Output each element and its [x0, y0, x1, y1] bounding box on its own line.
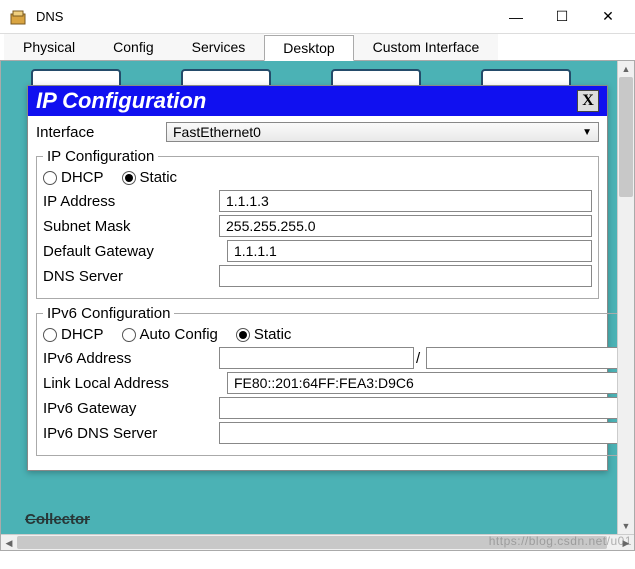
ipv6-gateway-input[interactable] — [219, 397, 621, 419]
ipv4-static-radio[interactable]: Static — [122, 169, 178, 186]
ipv6-address-input[interactable] — [219, 347, 414, 369]
ipv4-fieldset: IP Configuration DHCP Static IP Address — [36, 148, 599, 299]
tab-config[interactable]: Config — [94, 34, 172, 60]
subnet-mask-input[interactable] — [219, 215, 592, 237]
modal-titlebar: IP Configuration X — [28, 86, 607, 116]
window-title: DNS — [36, 9, 63, 24]
default-gateway-label: Default Gateway — [43, 243, 219, 260]
modal-title-text: IP Configuration — [36, 88, 577, 114]
subnet-mask-label: Subnet Mask — [43, 218, 219, 235]
radio-icon — [43, 171, 57, 185]
tab-physical[interactable]: Physical — [4, 34, 94, 60]
scroll-up-icon[interactable]: ▲ — [618, 61, 634, 77]
vertical-scrollbar[interactable]: ▲ ▼ — [617, 61, 634, 534]
dns-server-input[interactable] — [219, 265, 592, 287]
scroll-left-icon[interactable]: ◀ — [1, 535, 17, 551]
radio-icon — [122, 171, 136, 185]
tab-services[interactable]: Services — [173, 34, 265, 60]
minimize-button[interactable]: — — [493, 1, 539, 33]
link-local-label: Link Local Address — [43, 375, 219, 392]
tab-custom-interface[interactable]: Custom Interface — [354, 34, 499, 60]
ipv4-dhcp-radio[interactable]: DHCP — [43, 169, 104, 186]
window-titlebar: DNS — ☐ ✕ — [0, 0, 635, 34]
app-icon — [10, 8, 28, 26]
main-tabs: Physical Config Services Desktop Custom … — [0, 34, 635, 61]
ipv6-static-radio[interactable]: Static — [236, 326, 292, 343]
radio-label: Static — [254, 326, 292, 343]
ipv6-legend: IPv6 Configuration — [43, 305, 174, 322]
ipv6-dns-input[interactable] — [219, 422, 621, 444]
ipv6-auto-radio[interactable]: Auto Config — [122, 326, 218, 343]
ipv6-dhcp-radio[interactable]: DHCP — [43, 326, 104, 343]
scroll-down-icon[interactable]: ▼ — [618, 518, 634, 534]
ipv6-gateway-label: IPv6 Gateway — [43, 400, 219, 417]
default-gateway-input[interactable] — [227, 240, 592, 262]
maximize-button[interactable]: ☐ — [539, 1, 585, 33]
prefix-slash: / — [414, 350, 422, 367]
ip-address-input[interactable] — [219, 190, 592, 212]
radio-label: Auto Config — [140, 326, 218, 343]
interface-value: FastEthernet0 — [173, 124, 261, 140]
radio-icon — [43, 328, 57, 342]
scroll-thumb[interactable] — [619, 77, 633, 197]
tab-desktop[interactable]: Desktop — [264, 35, 353, 61]
radio-label: DHCP — [61, 169, 104, 186]
interface-label: Interface — [36, 124, 166, 141]
ipv4-legend: IP Configuration — [43, 148, 158, 165]
ipv6-address-label: IPv6 Address — [43, 350, 219, 367]
watermark-text: https://blog.csdn.net/u01 — [489, 534, 632, 548]
ipv6-prefix-input[interactable] — [426, 347, 621, 369]
radio-icon — [122, 328, 136, 342]
desktop-canvas: IP Configuration X Interface FastEtherne… — [0, 61, 635, 551]
close-button[interactable]: ✕ — [585, 1, 631, 33]
radio-icon — [236, 328, 250, 342]
dropdown-arrow-icon: ▼ — [582, 127, 592, 138]
radio-label: DHCP — [61, 326, 104, 343]
ipv6-fieldset: IPv6 Configuration DHCP Auto Config Stat… — [36, 305, 628, 456]
radio-label: Static — [140, 169, 178, 186]
modal-close-button[interactable]: X — [577, 90, 599, 112]
interface-select[interactable]: FastEthernet0 ▼ — [166, 122, 599, 142]
dns-server-label: DNS Server — [43, 268, 219, 285]
link-local-input[interactable] — [227, 372, 621, 394]
bg-tile-label: Collector — [25, 511, 90, 528]
ip-address-label: IP Address — [43, 193, 219, 210]
ip-config-window: IP Configuration X Interface FastEtherne… — [27, 85, 608, 471]
ipv6-dns-label: IPv6 DNS Server — [43, 425, 219, 442]
